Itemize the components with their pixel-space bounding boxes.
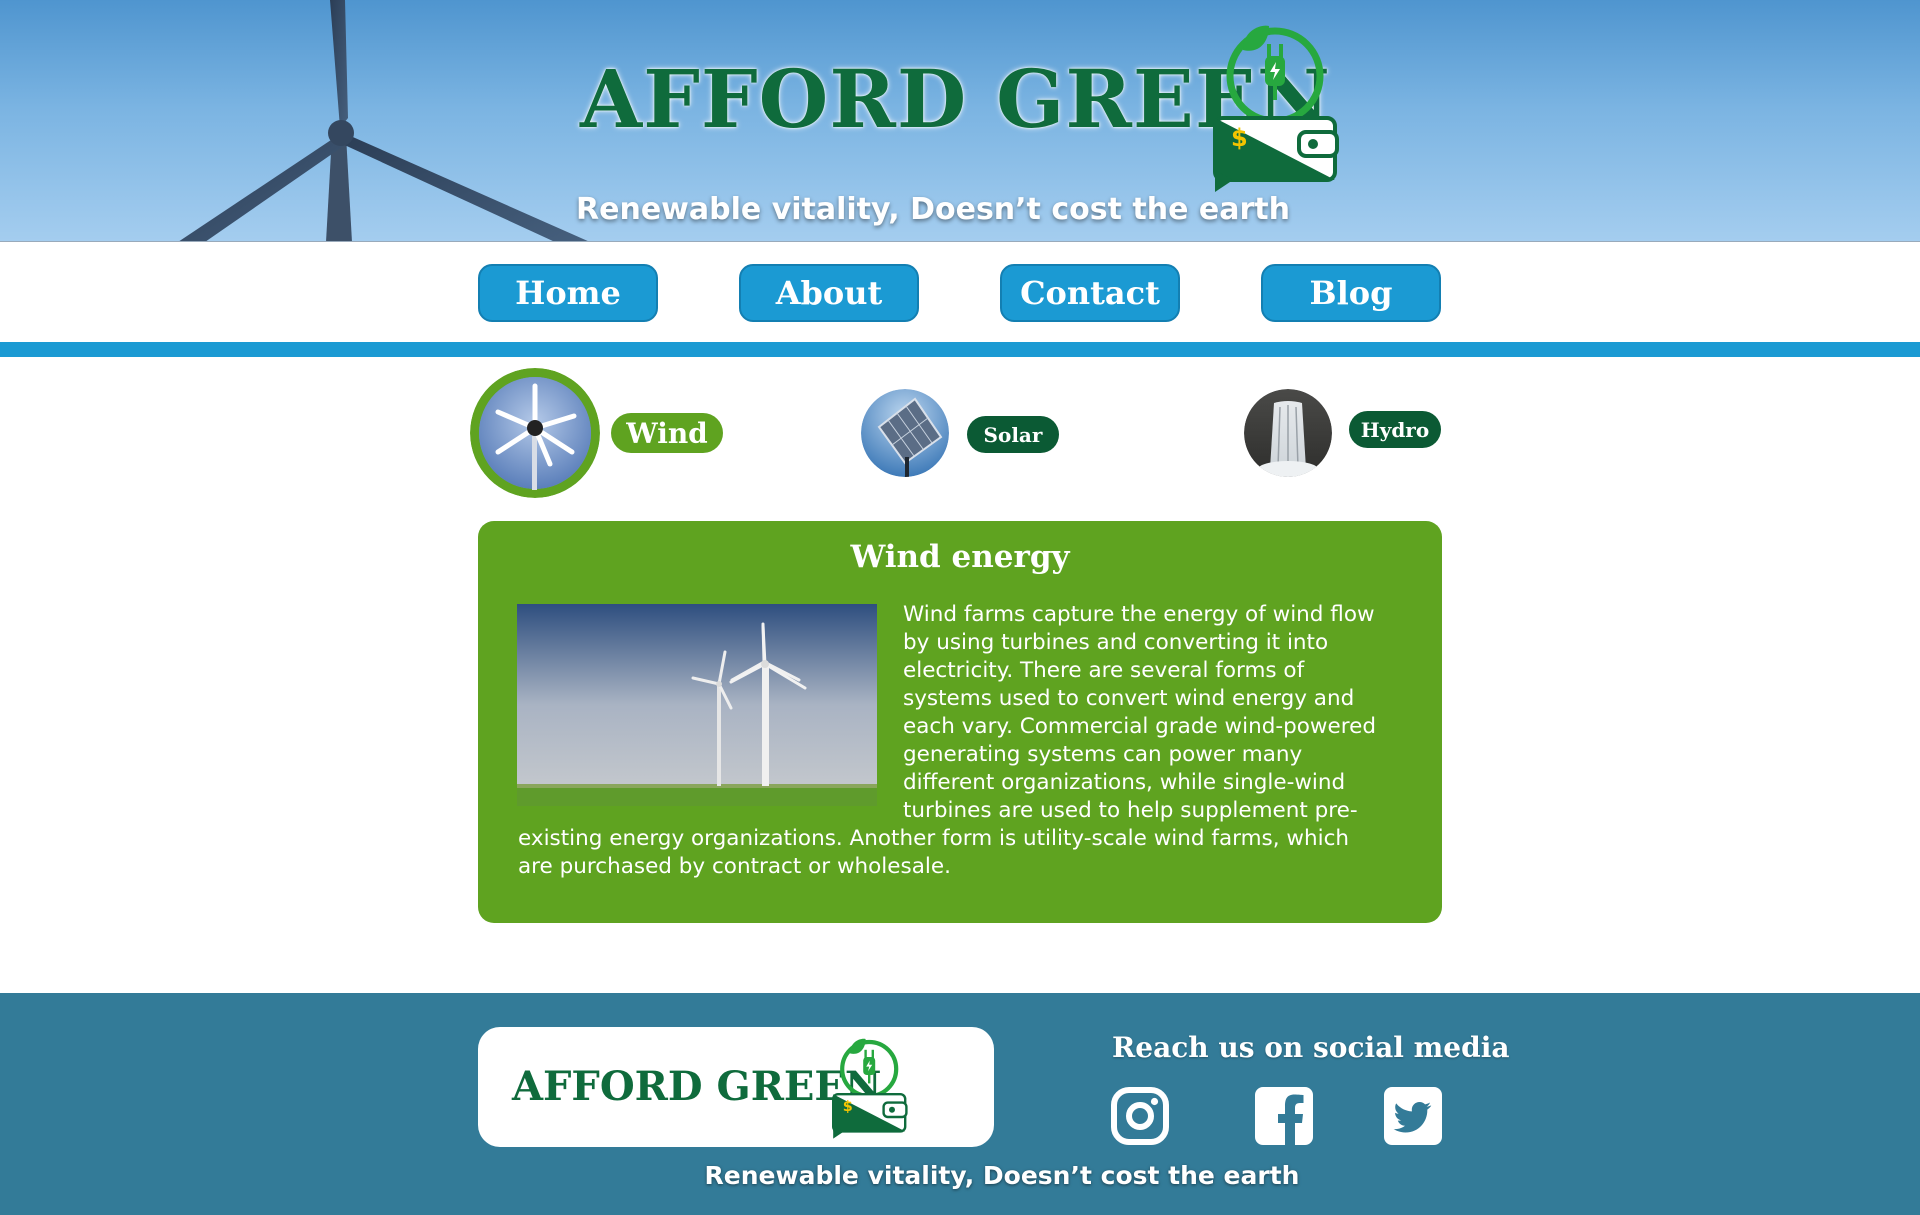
energy-selector-hydro[interactable]: Hydro: [1243, 388, 1443, 478]
svg-text:$: $: [843, 1099, 853, 1115]
header-banner: AFFORD GREEN $ Renewable vitality, Doesn…: [0, 0, 1920, 242]
main-nav: Home About Contact Blog: [0, 242, 1920, 342]
energy-label-hydro: Hydro: [1349, 411, 1441, 448]
energy-selector-wind[interactable]: Wind: [470, 368, 730, 498]
svg-text:$: $: [1231, 124, 1248, 152]
nav-about-button[interactable]: About: [739, 264, 919, 322]
energy-label-solar: Solar: [967, 416, 1059, 453]
content-title: Wind energy: [850, 539, 1070, 575]
nav-home-button[interactable]: Home: [478, 264, 658, 322]
social-title: Reach us on social media: [1112, 1031, 1510, 1064]
instagram-icon[interactable]: [1111, 1087, 1169, 1145]
nav-contact-button[interactable]: Contact: [1000, 264, 1180, 322]
footer-tagline: Renewable vitality, Doesn’t cost the ear…: [704, 1161, 1300, 1190]
solar-panel-thumbnail: [861, 389, 949, 477]
facebook-icon[interactable]: [1255, 1087, 1313, 1145]
waterfall-thumbnail: [1244, 389, 1332, 477]
nav-blog-button[interactable]: Blog: [1261, 264, 1441, 322]
afford-green-logo-icon: $: [832, 1038, 908, 1139]
content-body: Wind farms capture the energy of wind fl…: [518, 601, 1388, 881]
energy-selector-solar[interactable]: Solar: [860, 388, 1060, 478]
footer: AFFORD GREEN $ Reach us on social media: [0, 993, 1920, 1215]
header-tagline: Renewable vitality, Doesn’t cost the ear…: [576, 192, 1290, 227]
energy-content-card: Wind energy Wind farms capture the energ…: [478, 521, 1442, 923]
energy-label-wind: Wind: [611, 413, 723, 453]
footer-logo-box[interactable]: AFFORD GREEN $: [478, 1027, 994, 1147]
wind-turbine-thumbnail: [470, 368, 600, 498]
afford-green-logo-icon: $: [1213, 25, 1339, 192]
nav-divider: [0, 342, 1920, 357]
twitter-icon[interactable]: [1384, 1087, 1442, 1145]
